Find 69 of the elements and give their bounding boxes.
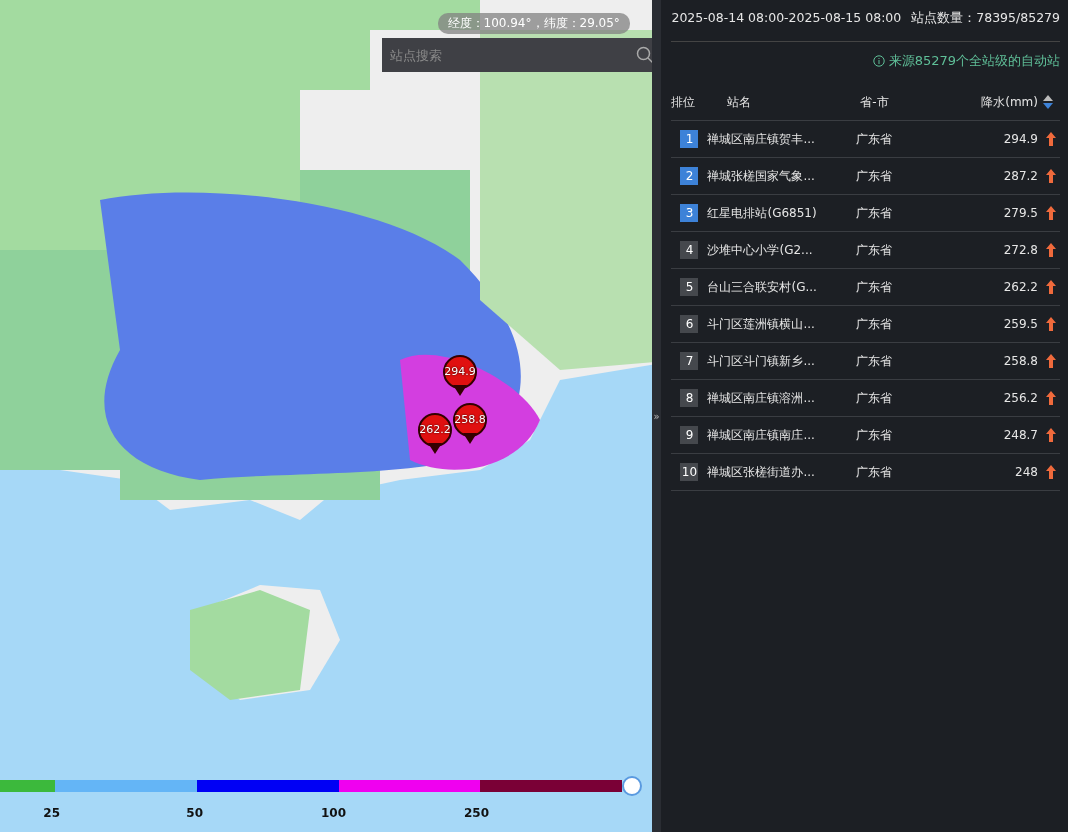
rank-badge: 6 (680, 315, 699, 333)
station-name[interactable]: 红星电排站(G6851) (707, 204, 840, 222)
up-arrow-icon (1046, 391, 1056, 405)
legend-label: 100 (319, 806, 346, 820)
up-arrow-icon (1046, 280, 1056, 294)
station-name[interactable]: 禅城区南庄镇贺丰... (707, 130, 840, 148)
column-header: 排位 (671, 93, 697, 111)
rainfall-value: 258.8 (1002, 354, 1038, 368)
province-cell-text: 广东省 (855, 278, 894, 296)
legend-label: 50 (185, 806, 203, 820)
column-header: 站名 (726, 93, 753, 111)
rainfall-value: 248.7 (1002, 428, 1038, 442)
rainfall-value: 248 (1014, 465, 1038, 479)
source-note: 来源85279个全站级的自动站 (888, 52, 1060, 70)
province-cell-text: 广东省 (855, 315, 894, 333)
province-cell-text: 广东省 (855, 426, 894, 444)
rainfall-value: 279.5 (1002, 206, 1038, 220)
search-button[interactable] (628, 38, 652, 72)
station-name[interactable]: 禅城张槎国家气象... (707, 167, 840, 185)
station-name[interactable]: 台山三合联安村(G... (707, 278, 840, 296)
rank-badge: 7 (680, 352, 699, 370)
info-icon (872, 55, 885, 67)
column-header: 省-市 (859, 93, 890, 111)
station-search-field[interactable]: 站点搜索 (382, 38, 628, 72)
rank-badge: 3 (680, 204, 699, 222)
province-cell-text: 广东省 (855, 204, 894, 222)
rank-badge: 5 (680, 278, 699, 296)
collapse-handle[interactable]: » (653, 410, 660, 422)
rank-badge: 9 (680, 426, 699, 444)
up-arrow-icon (1046, 206, 1056, 220)
province-cell-text: 广东省 (855, 241, 894, 259)
up-arrow-icon (1046, 243, 1056, 257)
station-name[interactable]: 禅城区张槎街道办... (707, 463, 840, 481)
station-name[interactable]: 斗门区莲洲镇横山... (707, 315, 840, 333)
province-cell-text: 广东省 (855, 130, 894, 148)
up-arrow-icon (1046, 317, 1056, 331)
column-header[interactable]: 降水(mm) (909, 93, 1038, 111)
rank-badge: 10 (680, 463, 699, 481)
station-count: 站点数量：78395/85279 (911, 10, 1060, 27)
up-arrow-icon (1046, 428, 1056, 442)
legend-label: 25 (42, 806, 60, 820)
search-icon (636, 46, 652, 64)
rainfall-value: 256.2 (1002, 391, 1038, 405)
rainfall-value: 272.8 (1002, 243, 1038, 257)
station-name[interactable]: 禅城区南庄镇南庄... (707, 426, 840, 444)
sort-icon[interactable] (1042, 94, 1054, 110)
station-name[interactable]: 禅城区南庄镇溶洲... (707, 389, 840, 407)
rank-badge: 4 (680, 241, 699, 259)
up-arrow-icon (1046, 354, 1056, 368)
legend-label: 250 (462, 806, 489, 820)
station-name[interactable]: 斗门区斗门镇新乡... (707, 352, 840, 370)
province-cell-text: 广东省 (855, 389, 894, 407)
rank-badge: 8 (680, 389, 699, 407)
province-cell-text: 广东省 (855, 352, 894, 370)
coordinates-label: 经度：100.94°，纬度：29.05° (437, 13, 630, 34)
province-cell-text: 广东省 (855, 167, 894, 185)
province-cell-text: 广东省 (855, 463, 894, 481)
rank-badge: 1 (680, 130, 699, 148)
rainfall-value: 287.2 (1002, 169, 1038, 183)
rainfall-value: 294.9 (1002, 132, 1038, 146)
station-name[interactable]: 沙堆中心小学(G2... (707, 241, 840, 259)
rainfall-value: 262.2 (1002, 280, 1038, 294)
up-arrow-icon (1046, 465, 1056, 479)
time-range: 2025-08-14 08:00-2025-08-15 08:00 (671, 10, 902, 27)
up-arrow-icon (1046, 132, 1056, 146)
up-arrow-icon (1046, 169, 1056, 183)
legend-slider-handle[interactable] (622, 776, 642, 796)
rainfall-value: 259.5 (1002, 317, 1038, 331)
rank-badge: 2 (680, 167, 699, 185)
